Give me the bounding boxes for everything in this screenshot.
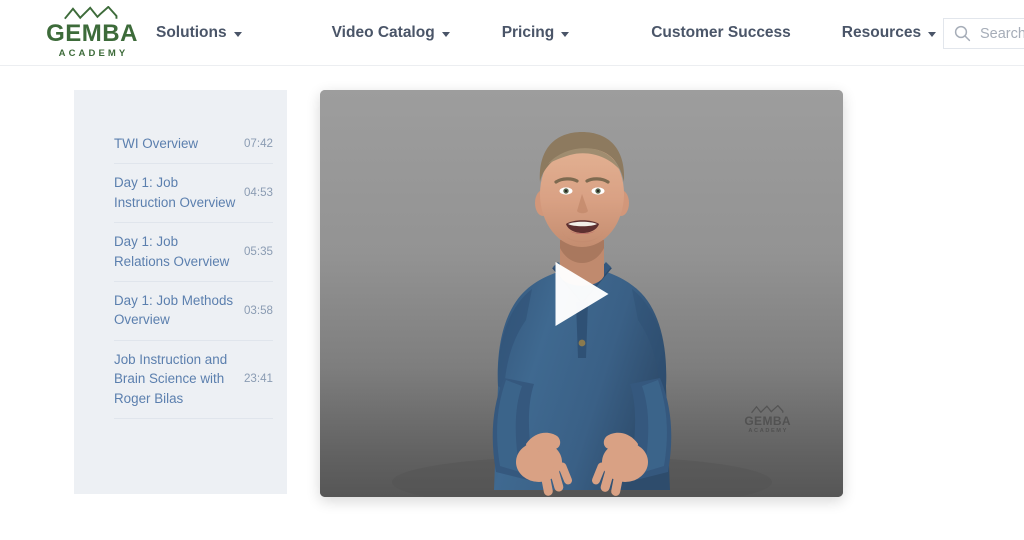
video-watermark: GEMBA ACADEMY (744, 405, 791, 435)
list-item[interactable]: Day 1: Job Instruction Overview 04:53 (114, 164, 273, 224)
mountain-peaks-icon (750, 405, 784, 414)
playlist-item-duration: 03:58 (243, 303, 273, 317)
content-area: TWI Overview 07:42 Day 1: Job Instructio… (0, 66, 1024, 540)
chevron-down-icon (441, 31, 450, 37)
playlist-item-title[interactable]: Day 1: Job Methods Overview (114, 291, 236, 330)
nav-item-solutions[interactable]: Solutions (156, 25, 242, 41)
playlist-item-duration: 05:35 (243, 245, 273, 259)
nav-item-customer-success[interactable]: Customer Success (651, 25, 791, 41)
play-button[interactable] (555, 261, 608, 326)
nav-item-resources[interactable]: Resources (841, 24, 937, 42)
list-item[interactable]: Day 1: Job Methods Overview 03:58 (114, 282, 273, 341)
nav-item-video-catalog[interactable]: Video Catalog (332, 25, 450, 41)
search-icon (954, 25, 971, 42)
video-player[interactable]: GEMBA ACADEMY (320, 90, 843, 497)
list-item[interactable]: TWI Overview 07:42 (114, 134, 273, 165)
nav-label-resources: Resources (841, 24, 922, 42)
chevron-down-icon (561, 31, 570, 37)
nav-label-customer-success: Customer Success (651, 24, 791, 42)
chevron-down-icon (233, 31, 242, 37)
playlist-item-title[interactable]: Day 1: Job Instruction Overview (114, 173, 236, 212)
playlist-item-title[interactable]: Job Instruction and Brain Science with R… (114, 350, 236, 408)
playlist-item-duration: 04:53 (243, 186, 273, 200)
mountain-peaks-icon (64, 6, 118, 20)
playlist-panel: TWI Overview 07:42 Day 1: Job Instructio… (74, 90, 287, 494)
nav-label-solutions: Solutions (156, 24, 227, 42)
playlist-item-title[interactable]: TWI Overview (114, 134, 198, 153)
nav-label-video-catalog: Video Catalog (331, 24, 435, 42)
nav-label-pricing: Pricing (501, 24, 555, 42)
playlist-item-title[interactable]: Day 1: Job Relations Overview (114, 232, 236, 271)
nav-item-pricing[interactable]: Pricing (502, 25, 570, 41)
playlist-list: TWI Overview 07:42 Day 1: Job Instructio… (74, 134, 287, 420)
site-header: GEMBA ACADEMY Solutions Video Catalog Pr… (0, 0, 1024, 66)
list-item[interactable]: Day 1: Job Relations Overview 05:35 (114, 223, 273, 283)
watermark-subtitle: ACADEMY (748, 428, 788, 435)
main-navigation: Solutions Video Catalog Pricing Customer… (156, 0, 1024, 65)
search-box[interactable] (943, 18, 1024, 49)
brand-name: GEMBA (46, 19, 138, 47)
brand-logo[interactable]: GEMBA ACADEMY (38, 6, 146, 58)
playlist-item-duration: 07:42 (243, 137, 273, 151)
playlist-item-duration: 23:41 (243, 372, 273, 386)
list-item[interactable]: Job Instruction and Brain Science with R… (114, 341, 273, 420)
watermark-name: GEMBA (744, 414, 791, 429)
chevron-down-icon (928, 31, 937, 37)
search-input[interactable] (980, 25, 1024, 42)
brand-subtitle: ACADEMY (58, 47, 129, 59)
